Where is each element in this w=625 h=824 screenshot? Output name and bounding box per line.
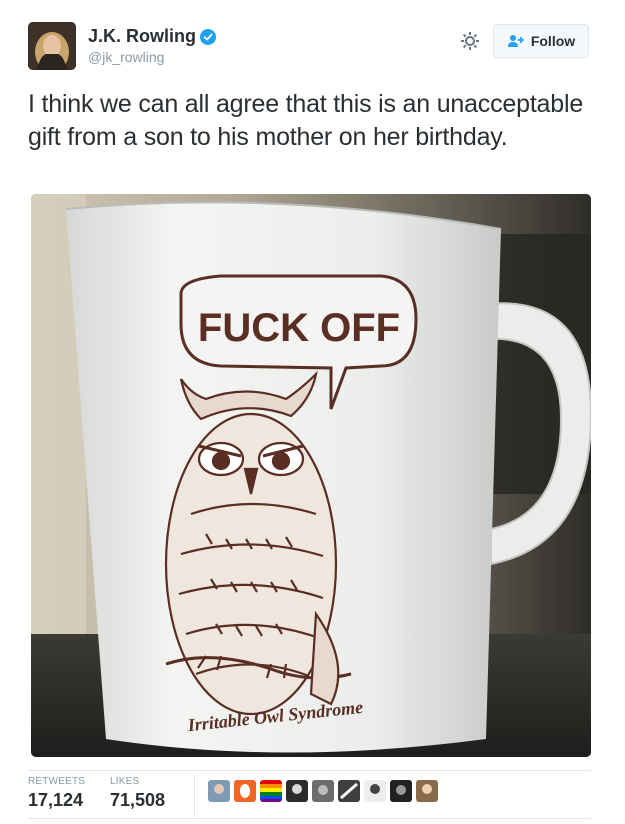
author-handle[interactable]: @jk_rowling xyxy=(88,49,216,65)
speech-bubble-text: FUCK OFF xyxy=(198,306,400,350)
tweet-photo[interactable]: FUCK OFF Irritable Owl Syndrome xyxy=(31,194,591,757)
author-info: J.K. Rowling @jk_rowling xyxy=(88,26,216,65)
retweets-stat[interactable]: RETWEETS 17,124 xyxy=(28,776,85,811)
verified-badge-icon xyxy=(200,28,216,45)
author-display-name[interactable]: J.K. Rowling xyxy=(88,26,196,47)
tweet-text: I think we can all agree that this is an… xyxy=(28,90,584,151)
tweet-header: J.K. Rowling @jk_rowling Follow xyxy=(28,22,598,74)
liker-avatar[interactable] xyxy=(416,780,438,802)
liker-avatar[interactable] xyxy=(312,780,334,802)
stats-separator xyxy=(194,774,195,818)
likes-count: 71,508 xyxy=(110,790,166,810)
follow-button[interactable]: Follow xyxy=(493,24,589,58)
liker-avatar[interactable] xyxy=(338,780,360,802)
liker-avatars xyxy=(208,780,438,802)
add-user-icon xyxy=(507,35,524,47)
author-avatar[interactable] xyxy=(28,22,76,70)
liker-avatar[interactable] xyxy=(208,780,230,802)
stats-divider-top xyxy=(28,770,591,771)
gear-icon[interactable] xyxy=(459,30,481,52)
liker-avatar[interactable] xyxy=(234,780,256,802)
liker-avatar[interactable] xyxy=(260,780,282,802)
likes-label: LIKES xyxy=(110,776,140,787)
retweets-label: RETWEETS xyxy=(28,776,86,787)
follow-button-label: Follow xyxy=(530,33,576,49)
tweet-stats: RETWEETS 17,124 LIKES 71,508 xyxy=(28,774,591,818)
likes-stat[interactable]: LIKES 71,508 xyxy=(110,776,165,811)
liker-avatar[interactable] xyxy=(286,780,308,802)
stats-divider-bottom xyxy=(28,818,591,819)
liker-avatar[interactable] xyxy=(390,780,412,802)
mug-photo: FUCK OFF Irritable Owl Syndrome xyxy=(31,194,591,757)
retweets-count: 17,124 xyxy=(28,790,84,810)
liker-avatar[interactable] xyxy=(364,780,386,802)
